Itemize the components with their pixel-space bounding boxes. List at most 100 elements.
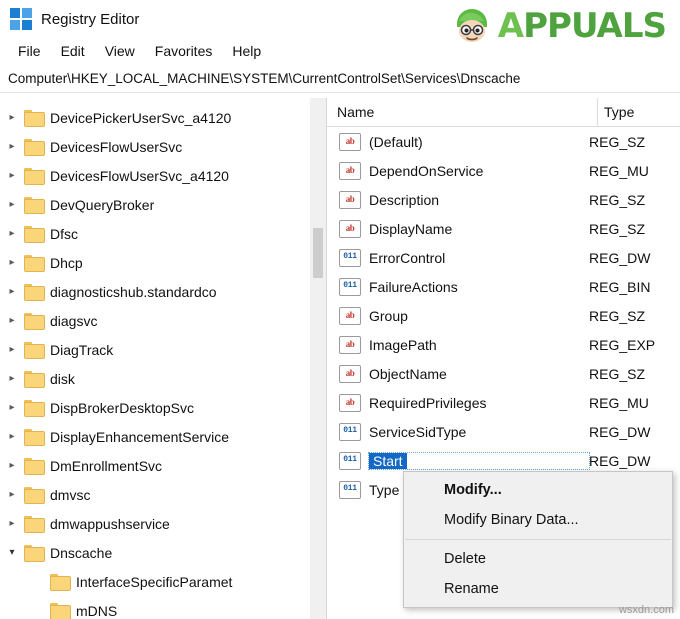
tree-item[interactable]: ▸ DevicesFlowUserSvc <box>0 132 326 161</box>
tree-item[interactable]: ▸ disk <box>0 364 326 393</box>
menu-help[interactable]: Help <box>222 41 271 61</box>
address-bar[interactable]: Computer\HKEY_LOCAL_MACHINE\SYSTEM\Curre… <box>0 64 680 93</box>
chevron-down-icon[interactable]: ▾ <box>0 547 24 558</box>
menu-favorites[interactable]: Favorites <box>145 41 223 61</box>
appuals-wordmark: APPUALS <box>498 6 667 46</box>
value-row[interactable]: ab Description REG_SZ <box>327 185 680 214</box>
column-header-type[interactable]: Type <box>598 104 680 120</box>
value-name: FailureActions <box>369 278 458 295</box>
values-list-header: Name Type <box>327 98 680 127</box>
tree-item-label: diagsvc <box>50 312 98 329</box>
value-name: ObjectName <box>369 365 447 382</box>
value-type: REG_EXP <box>589 336 656 353</box>
tree-item[interactable]: ▸ DisplayEnhancementService <box>0 422 326 451</box>
value-row[interactable]: 011 FailureActions REG_BIN <box>327 272 680 301</box>
value-row[interactable]: ab ObjectName REG_SZ <box>327 359 680 388</box>
chevron-right-icon[interactable]: ▸ <box>0 431 24 442</box>
tree-item[interactable]: ▸ DmEnrollmentSvc <box>0 451 326 480</box>
tree-item[interactable]: ▸ DevicesFlowUserSvc_a4120 <box>0 161 326 190</box>
registry-tree-pane: ▸ DevicePickerUserSvc_a4120 ▸ DevicesFlowU… <box>0 98 327 619</box>
value-name: DisplayName <box>369 220 453 237</box>
values-list: ab (Default) REG_SZ ab DependOnService REG_M… <box>327 127 680 504</box>
string-value-icon: ab <box>339 364 361 383</box>
chevron-right-icon[interactable]: ▸ <box>0 373 24 384</box>
chevron-right-icon[interactable]: ▸ <box>0 315 24 326</box>
chevron-right-icon[interactable]: ▸ <box>0 344 24 355</box>
scrollbar-thumb[interactable] <box>313 228 323 278</box>
value-name: Start <box>368 451 590 470</box>
site-watermark: wsxdn.com <box>618 604 674 616</box>
chevron-right-icon[interactable]: ▸ <box>0 518 24 529</box>
value-row[interactable]: ab DisplayName REG_SZ <box>327 214 680 243</box>
string-value-icon: ab <box>339 335 361 354</box>
chevron-right-icon[interactable]: ▸ <box>0 257 24 268</box>
value-row[interactable]: 011 ErrorControl REG_DW <box>327 243 680 272</box>
value-name: ErrorControl <box>369 249 446 266</box>
value-name: Description <box>369 191 440 208</box>
menu-edit[interactable]: Edit <box>51 41 95 61</box>
tree-item-label: DispBrokerDesktopSvc <box>50 399 194 416</box>
tree-item[interactable]: ▸ Dfsc <box>0 219 326 248</box>
value-row[interactable]: ab Group REG_SZ <box>327 301 680 330</box>
chevron-right-icon[interactable]: ▸ <box>0 141 24 152</box>
value-type: REG_SZ <box>589 220 646 237</box>
tree-item[interactable]: mDNS <box>0 596 326 619</box>
value-name: Group <box>369 307 408 324</box>
tree-item[interactable]: ▸ diagsvc <box>0 306 326 335</box>
value-name: (Default) <box>369 133 423 150</box>
tree-item[interactable]: ▸ dmvsc <box>0 480 326 509</box>
value-row[interactable]: ab RequiredPrivileges REG_MU <box>327 388 680 417</box>
tree-item[interactable]: ▸ diagnosticshub.standardco <box>0 277 326 306</box>
tree-item[interactable]: ▸ DevicePickerUserSvc_a4120 <box>0 103 326 132</box>
value-row[interactable]: ab DependOnService REG_MU <box>327 156 680 185</box>
folder-icon <box>24 168 45 185</box>
title-bar: Registry Editor APPUALS <box>0 0 680 46</box>
menu-view[interactable]: View <box>95 41 145 61</box>
tree-item[interactable]: InterfaceSpecificParamet <box>0 567 326 596</box>
content-area: ▸ DevicePickerUserSvc_a4120 ▸ DevicesFlowU… <box>0 98 680 619</box>
context-menu-item-delete[interactable]: Delete <box>404 544 672 574</box>
tree-item-label: DevQueryBroker <box>50 196 155 213</box>
chevron-right-icon[interactable]: ▸ <box>0 402 24 413</box>
tree-item-dnscache[interactable]: ▾ Dnscache <box>0 538 326 567</box>
tree-item-label: Dnscache <box>50 544 113 561</box>
tree-item[interactable]: ▸ dmwappushservice <box>0 509 326 538</box>
string-value-icon: ab <box>339 161 361 180</box>
tree-item[interactable]: ▸ DispBrokerDesktopSvc <box>0 393 326 422</box>
value-row[interactable]: ab (Default) REG_SZ <box>327 127 680 156</box>
binary-value-icon: 011 <box>339 451 361 470</box>
tree-item-label: InterfaceSpecificParamet <box>76 573 233 590</box>
chevron-right-icon[interactable]: ▸ <box>0 112 24 123</box>
chevron-right-icon[interactable]: ▸ <box>0 489 24 500</box>
context-menu-item-rename[interactable]: Rename <box>404 574 672 604</box>
value-row[interactable]: 011 ServiceSidType REG_DW <box>327 417 680 446</box>
tree-vertical-scrollbar[interactable] <box>310 98 326 619</box>
menu-file[interactable]: File <box>8 41 51 61</box>
chevron-right-icon[interactable]: ▸ <box>0 170 24 181</box>
folder-icon <box>24 226 45 243</box>
context-menu-item-modify-binary-data[interactable]: Modify Binary Data... <box>404 505 672 535</box>
context-menu: Modify... Modify Binary Data... Delete R… <box>403 471 673 608</box>
tree-item[interactable]: ▸ DiagTrack <box>0 335 326 364</box>
chevron-right-icon[interactable]: ▸ <box>0 286 24 297</box>
chevron-right-icon[interactable]: ▸ <box>0 199 24 210</box>
tree-item-label: dmwappushservice <box>50 515 170 532</box>
tree-item[interactable]: ▸ DevQueryBroker <box>0 190 326 219</box>
tree-item-label: dmvsc <box>50 486 91 503</box>
tree-item[interactable]: ▸ Dhcp <box>0 248 326 277</box>
value-type: REG_MU <box>589 394 649 411</box>
folder-icon <box>24 197 45 214</box>
binary-value-icon: 011 <box>339 422 361 441</box>
context-menu-item-modify[interactable]: Modify... <box>404 475 672 505</box>
value-row[interactable]: ab ImagePath REG_EXP <box>327 330 680 359</box>
column-header-name[interactable]: Name <box>327 104 597 120</box>
folder-icon <box>24 110 45 127</box>
chevron-right-icon[interactable]: ▸ <box>0 228 24 239</box>
value-type: REG_SZ <box>589 191 646 208</box>
chevron-right-icon[interactable]: ▸ <box>0 460 24 471</box>
registry-values-pane: Name Type ab (Default) REG_SZ ab DependOnSe… <box>327 98 680 619</box>
value-type: REG_DW <box>589 249 651 266</box>
folder-icon <box>24 284 45 301</box>
value-name: DependOnService <box>369 162 484 179</box>
tree-item-label: DevicePickerUserSvc_a4120 <box>50 109 232 126</box>
